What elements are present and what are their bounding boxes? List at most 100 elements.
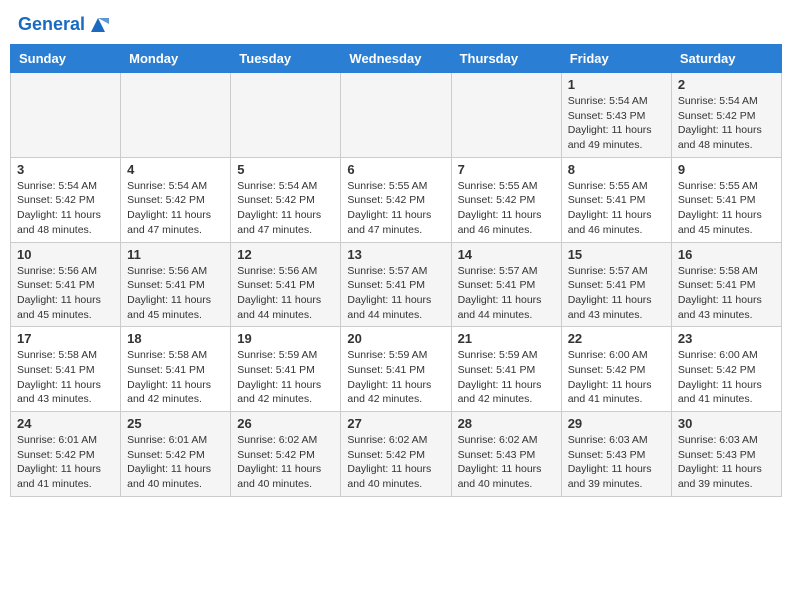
logo: General bbox=[18, 14, 109, 34]
day-info: Sunrise: 5:54 AMSunset: 5:42 PMDaylight:… bbox=[17, 179, 114, 238]
calendar-cell: 8 Sunrise: 5:55 AMSunset: 5:41 PMDaylight… bbox=[561, 157, 671, 242]
day-number: 2 bbox=[678, 77, 775, 92]
day-number: 22 bbox=[568, 331, 665, 346]
day-info: Sunrise: 6:01 AMSunset: 5:42 PMDaylight:… bbox=[17, 433, 114, 492]
calendar-cell: 4Sunrise: 5:54 AMSunset: 5:42 PMDaylight… bbox=[121, 157, 231, 242]
logo-text: General bbox=[18, 14, 109, 36]
calendar-cell: 28 Sunrise: 6:02 AMSunset: 5:43 PMDayligh… bbox=[451, 412, 561, 497]
calendar-cell: 9 Sunrise: 5:55 AMSunset: 5:41 PMDaylight… bbox=[671, 157, 781, 242]
day-number: 9 bbox=[678, 162, 775, 177]
day-number: 15 bbox=[568, 247, 665, 262]
calendar-week-row: 17 Sunrise: 5:58 AMSunset: 5:41 PMDayligh… bbox=[11, 327, 782, 412]
day-number: 12 bbox=[237, 247, 334, 262]
day-number: 20 bbox=[347, 331, 444, 346]
calendar-cell: 3 Sunrise: 5:54 AMSunset: 5:42 PMDaylight… bbox=[11, 157, 121, 242]
day-number: 5 bbox=[237, 162, 334, 177]
day-info: Sunrise: 5:54 AMSunset: 5:42 PMDaylight:… bbox=[678, 94, 775, 153]
day-number: 8 bbox=[568, 162, 665, 177]
day-info: Sunrise: 5:58 AMSunset: 5:41 PMDaylight:… bbox=[678, 264, 775, 323]
day-number: 30 bbox=[678, 416, 775, 431]
calendar-cell: 24Sunrise: 6:01 AMSunset: 5:42 PMDayligh… bbox=[11, 412, 121, 497]
calendar-cell: 10 Sunrise: 5:56 AMSunset: 5:41 PMDayligh… bbox=[11, 242, 121, 327]
day-info: Sunrise: 5:58 AMSunset: 5:41 PMDaylight:… bbox=[17, 348, 114, 407]
day-info: Sunrise: 5:55 AMSunset: 5:41 PMDaylight:… bbox=[678, 179, 775, 238]
day-number: 28 bbox=[458, 416, 555, 431]
page-header: General bbox=[10, 10, 782, 38]
calendar-cell: 27 Sunrise: 6:02 AMSunset: 5:42 PMDayligh… bbox=[341, 412, 451, 497]
day-info: Sunrise: 6:01 AMSunset: 5:42 PMDaylight:… bbox=[127, 433, 224, 492]
day-info: Sunrise: 6:03 AMSunset: 5:43 PMDaylight:… bbox=[678, 433, 775, 492]
calendar-cell: 2 Sunrise: 5:54 AMSunset: 5:42 PMDaylight… bbox=[671, 73, 781, 158]
day-number: 16 bbox=[678, 247, 775, 262]
calendar-cell bbox=[451, 73, 561, 158]
calendar-cell bbox=[231, 73, 341, 158]
day-number: 21 bbox=[458, 331, 555, 346]
day-info: Sunrise: 6:00 AMSunset: 5:42 PMDaylight:… bbox=[678, 348, 775, 407]
logo-general: General bbox=[18, 14, 85, 34]
calendar-cell: 22 Sunrise: 6:00 AMSunset: 5:42 PMDayligh… bbox=[561, 327, 671, 412]
day-info: Sunrise: 5:56 AMSunset: 5:41 PMDaylight:… bbox=[237, 264, 334, 323]
day-info: Sunrise: 5:57 AMSunset: 5:41 PMDaylight:… bbox=[458, 264, 555, 323]
day-info: Sunrise: 5:54 AMSunset: 5:43 PMDaylight:… bbox=[568, 94, 665, 153]
day-number: 10 bbox=[17, 247, 114, 262]
day-info: Sunrise: 5:59 AMSunset: 5:41 PMDaylight:… bbox=[347, 348, 444, 407]
day-info: Sunrise: 6:03 AMSunset: 5:43 PMDaylight:… bbox=[568, 433, 665, 492]
calendar-cell: 19 Sunrise: 5:59 AMSunset: 5:41 PMDayligh… bbox=[231, 327, 341, 412]
day-number: 29 bbox=[568, 416, 665, 431]
calendar-week-row: 10 Sunrise: 5:56 AMSunset: 5:41 PMDayligh… bbox=[11, 242, 782, 327]
day-number: 1 bbox=[568, 77, 665, 92]
calendar-cell: 7 Sunrise: 5:55 AMSunset: 5:42 PMDaylight… bbox=[451, 157, 561, 242]
calendar-cell: 16 Sunrise: 5:58 AMSunset: 5:41 PMDayligh… bbox=[671, 242, 781, 327]
weekday-header: Tuesday bbox=[231, 45, 341, 73]
day-number: 27 bbox=[347, 416, 444, 431]
day-info: Sunrise: 5:54 AMSunset: 5:42 PMDaylight:… bbox=[127, 179, 224, 238]
calendar-cell: 1 Sunrise: 5:54 AMSunset: 5:43 PMDaylight… bbox=[561, 73, 671, 158]
calendar-cell: 17 Sunrise: 5:58 AMSunset: 5:41 PMDayligh… bbox=[11, 327, 121, 412]
weekday-header: Monday bbox=[121, 45, 231, 73]
day-info: Sunrise: 5:55 AMSunset: 5:41 PMDaylight:… bbox=[568, 179, 665, 238]
day-number: 17 bbox=[17, 331, 114, 346]
calendar-cell: 5 Sunrise: 5:54 AMSunset: 5:42 PMDaylight… bbox=[231, 157, 341, 242]
day-number: 25 bbox=[127, 416, 224, 431]
day-info: Sunrise: 5:54 AMSunset: 5:42 PMDaylight:… bbox=[237, 179, 334, 238]
calendar-cell: 18 Sunrise: 5:58 AMSunset: 5:41 PMDayligh… bbox=[121, 327, 231, 412]
day-number: 23 bbox=[678, 331, 775, 346]
day-info: Sunrise: 5:59 AMSunset: 5:41 PMDaylight:… bbox=[458, 348, 555, 407]
weekday-header: Sunday bbox=[11, 45, 121, 73]
day-number: 7 bbox=[458, 162, 555, 177]
calendar-week-row: 1 Sunrise: 5:54 AMSunset: 5:43 PMDaylight… bbox=[11, 73, 782, 158]
day-number: 14 bbox=[458, 247, 555, 262]
day-number: 19 bbox=[237, 331, 334, 346]
calendar-cell: 11 Sunrise: 5:56 AMSunset: 5:41 PMDayligh… bbox=[121, 242, 231, 327]
logo-icon bbox=[87, 14, 109, 36]
calendar-cell: 14 Sunrise: 5:57 AMSunset: 5:41 PMDayligh… bbox=[451, 242, 561, 327]
calendar-cell: 13 Sunrise: 5:57 AMSunset: 5:41 PMDayligh… bbox=[341, 242, 451, 327]
calendar-cell: 30 Sunrise: 6:03 AMSunset: 5:43 PMDayligh… bbox=[671, 412, 781, 497]
day-info: Sunrise: 6:00 AMSunset: 5:42 PMDaylight:… bbox=[568, 348, 665, 407]
calendar-cell: 15 Sunrise: 5:57 AMSunset: 5:41 PMDayligh… bbox=[561, 242, 671, 327]
weekday-header: Friday bbox=[561, 45, 671, 73]
calendar-cell: 23 Sunrise: 6:00 AMSunset: 5:42 PMDayligh… bbox=[671, 327, 781, 412]
calendar-table: SundayMondayTuesdayWednesdayThursdayFrid… bbox=[10, 44, 782, 497]
day-number: 26 bbox=[237, 416, 334, 431]
calendar-header-row: SundayMondayTuesdayWednesdayThursdayFrid… bbox=[11, 45, 782, 73]
calendar-cell: 21 Sunrise: 5:59 AMSunset: 5:41 PMDayligh… bbox=[451, 327, 561, 412]
day-info: Sunrise: 5:57 AMSunset: 5:41 PMDaylight:… bbox=[347, 264, 444, 323]
day-number: 3 bbox=[17, 162, 114, 177]
day-number: 13 bbox=[347, 247, 444, 262]
day-info: Sunrise: 5:56 AMSunset: 5:41 PMDaylight:… bbox=[17, 264, 114, 323]
day-info: Sunrise: 5:59 AMSunset: 5:41 PMDaylight:… bbox=[237, 348, 334, 407]
day-info: Sunrise: 5:58 AMSunset: 5:41 PMDaylight:… bbox=[127, 348, 224, 407]
weekday-header: Wednesday bbox=[341, 45, 451, 73]
calendar-week-row: 3 Sunrise: 5:54 AMSunset: 5:42 PMDaylight… bbox=[11, 157, 782, 242]
day-info: Sunrise: 6:02 AMSunset: 5:42 PMDaylight:… bbox=[237, 433, 334, 492]
calendar-week-row: 24Sunrise: 6:01 AMSunset: 5:42 PMDayligh… bbox=[11, 412, 782, 497]
day-number: 11 bbox=[127, 247, 224, 262]
day-info: Sunrise: 6:02 AMSunset: 5:43 PMDaylight:… bbox=[458, 433, 555, 492]
day-number: 18 bbox=[127, 331, 224, 346]
weekday-header: Thursday bbox=[451, 45, 561, 73]
day-info: Sunrise: 5:55 AMSunset: 5:42 PMDaylight:… bbox=[458, 179, 555, 238]
day-info: Sunrise: 6:02 AMSunset: 5:42 PMDaylight:… bbox=[347, 433, 444, 492]
day-info: Sunrise: 5:56 AMSunset: 5:41 PMDaylight:… bbox=[127, 264, 224, 323]
day-info: Sunrise: 5:57 AMSunset: 5:41 PMDaylight:… bbox=[568, 264, 665, 323]
